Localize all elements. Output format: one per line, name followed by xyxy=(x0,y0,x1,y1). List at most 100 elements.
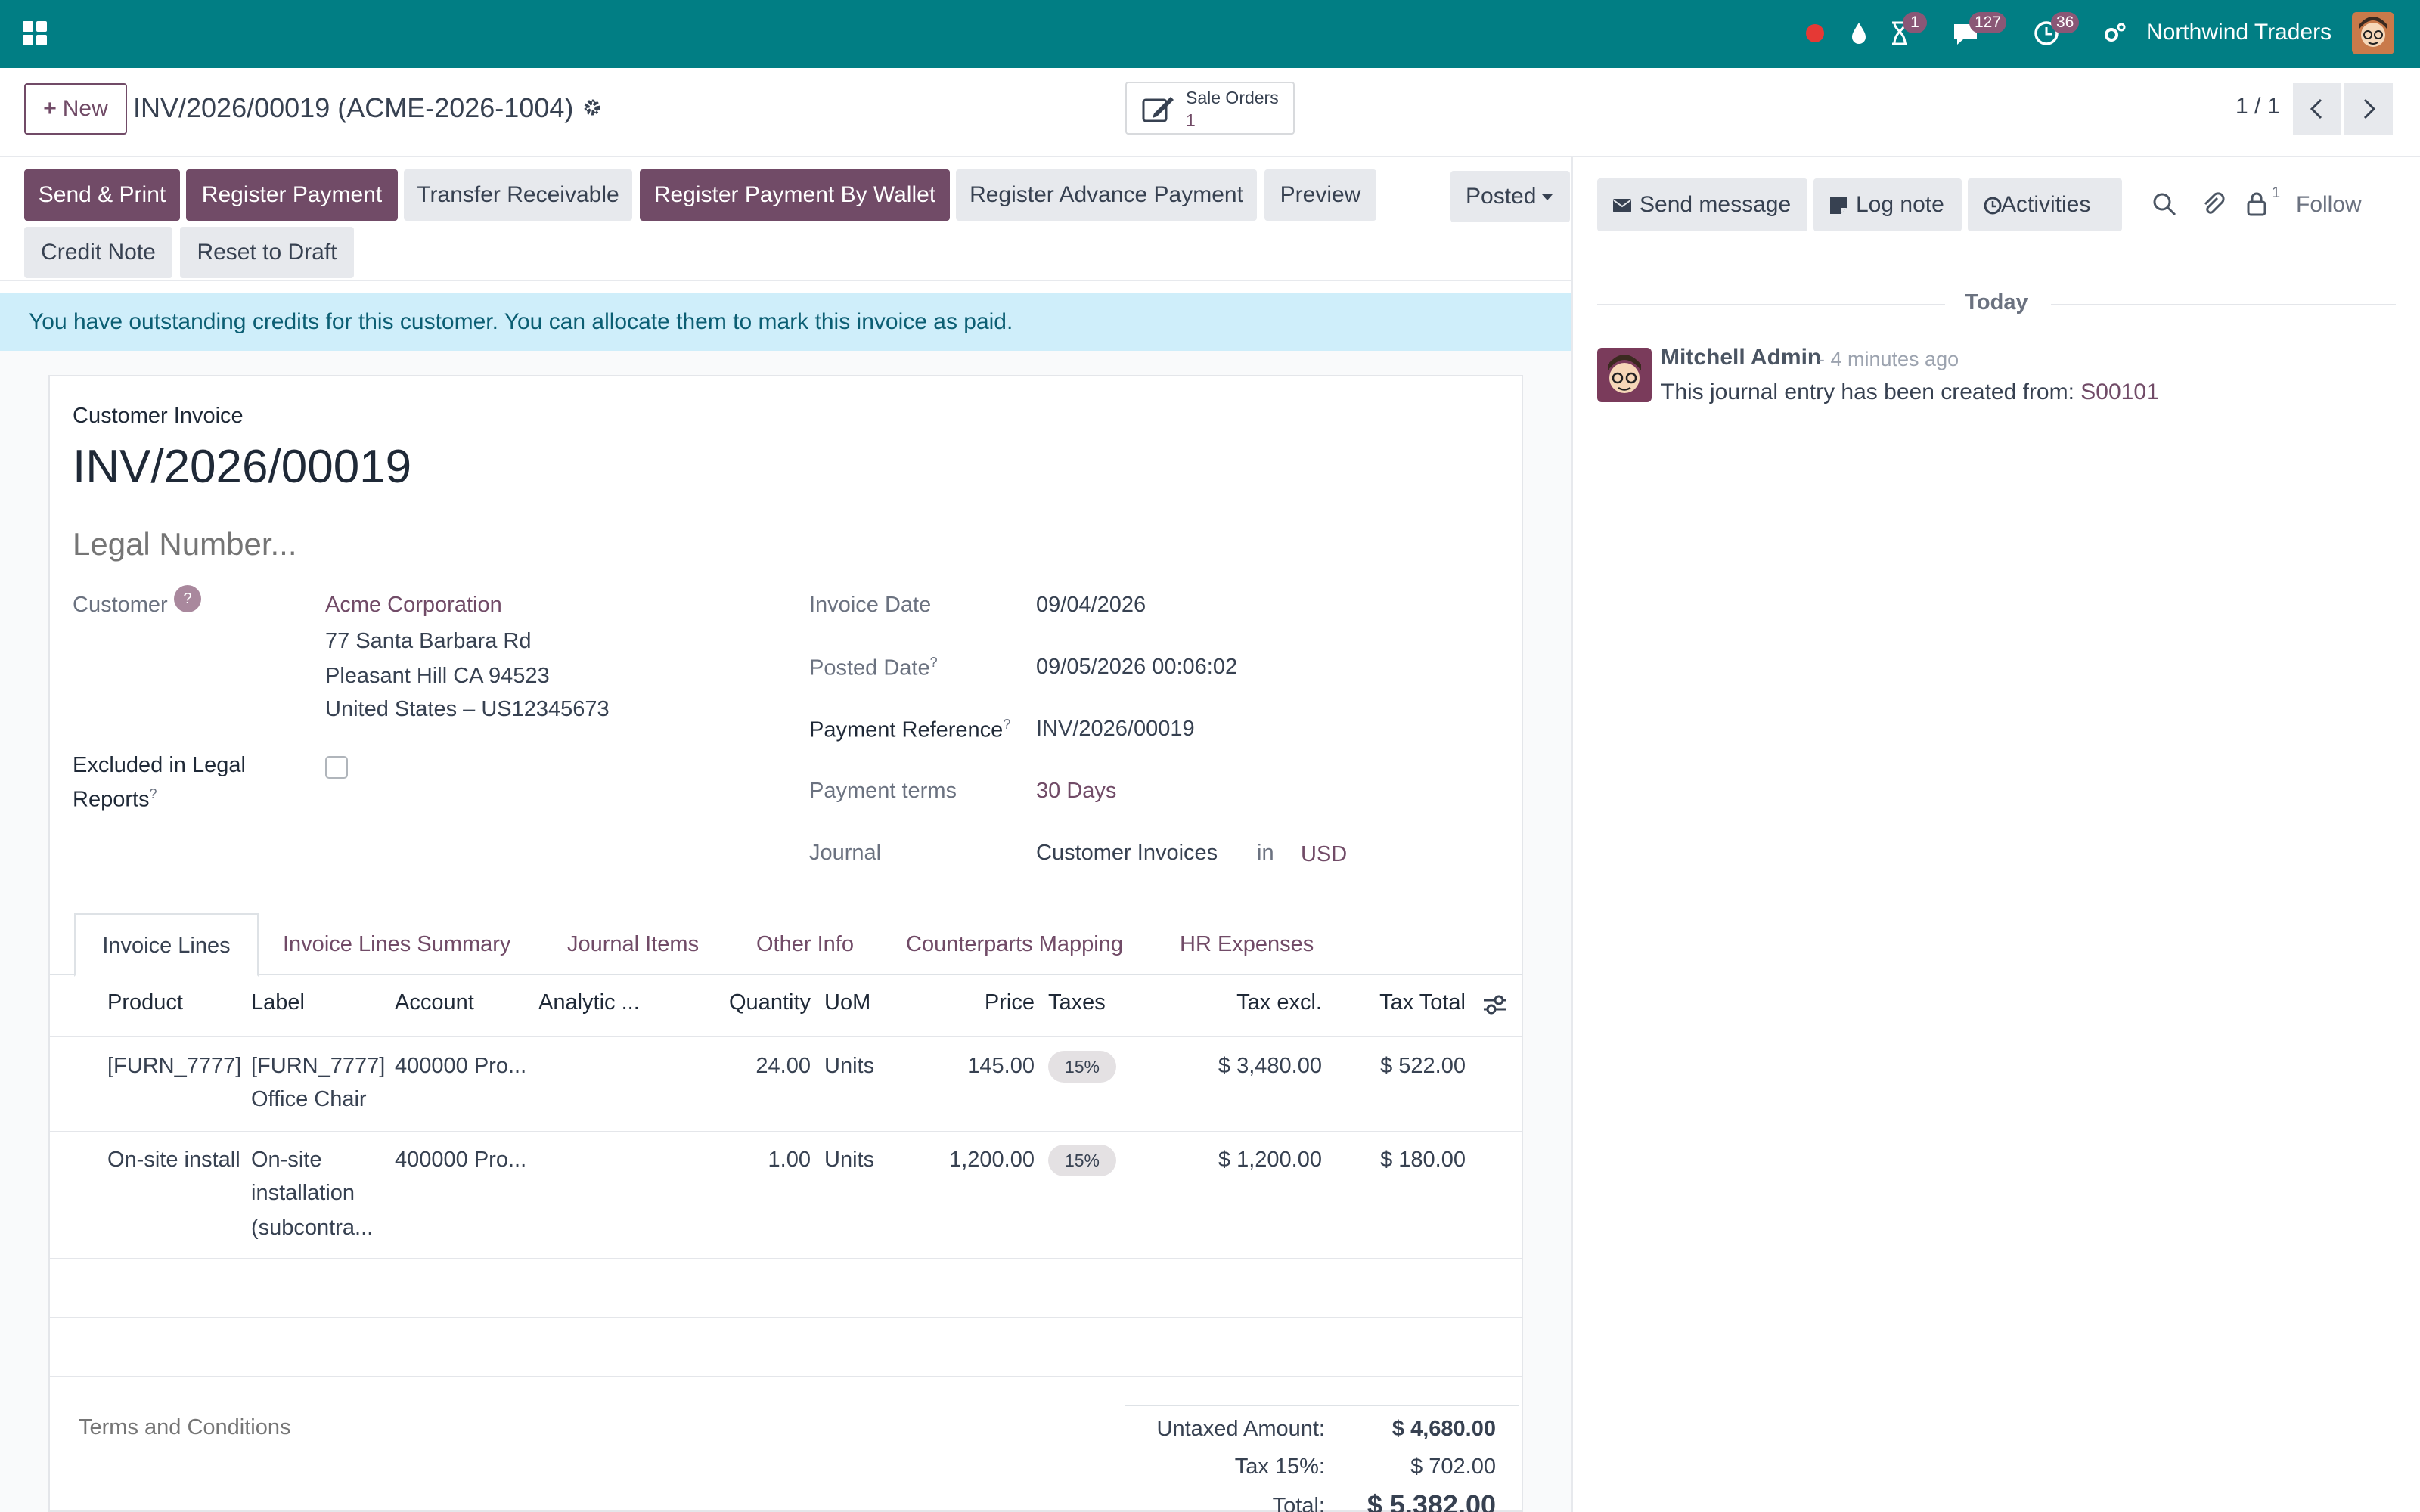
line-tax-excl: $ 3,480.00 xyxy=(1218,1054,1322,1078)
currency-link[interactable]: USD xyxy=(1301,842,1347,867)
payment-terms-link[interactable]: 30 Days xyxy=(1036,779,1116,804)
tab-counterparts-mapping[interactable]: Counterparts Mapping xyxy=(906,913,1123,975)
credit-note-button[interactable]: Credit Note xyxy=(24,227,172,278)
column-header-analytic[interactable]: Analytic ... xyxy=(538,990,640,1015)
line-tax-badge[interactable]: 15% xyxy=(1048,1051,1116,1083)
pager-next-button[interactable] xyxy=(2344,83,2393,135)
column-settings-icon[interactable] xyxy=(1482,992,1508,1018)
clock-icon xyxy=(1984,197,2002,215)
total-value: $ 5,382.00 xyxy=(1367,1489,1496,1512)
payment-terms-label: Payment terms xyxy=(809,779,957,803)
line-product[interactable]: [FURN_7777] ( xyxy=(107,1049,248,1083)
help-mark[interactable]: ? xyxy=(1003,717,1010,732)
journal-in-label: in xyxy=(1257,841,1274,865)
register-advance-payment-button[interactable]: Register Advance Payment xyxy=(956,169,1257,221)
status-dropdown[interactable]: Posted xyxy=(1450,171,1570,222)
register-payment-button[interactable]: Register Payment xyxy=(186,169,398,221)
move-type-label: Customer Invoice xyxy=(73,404,244,428)
line-product[interactable]: On-site install xyxy=(107,1143,248,1176)
activities-button[interactable]: Activities xyxy=(1968,178,2122,231)
note-icon xyxy=(1830,197,1847,214)
drop-icon[interactable] xyxy=(1845,18,1876,48)
paperclip-icon[interactable] xyxy=(2199,191,2226,218)
line-label[interactable]: [FURN_7777] xyxy=(251,1049,385,1083)
column-header-account[interactable]: Account xyxy=(395,990,474,1015)
column-header-price[interactable]: Price xyxy=(908,990,1035,1015)
outstanding-credits-alert: You have outstanding credits for this cu… xyxy=(0,293,1571,351)
sale-orders-smart-button[interactable]: Sale Orders 1 xyxy=(1125,82,1295,135)
invoice-date-field[interactable]: 09/04/2026 xyxy=(1036,593,1146,618)
line-account[interactable]: 400000 Pro... xyxy=(395,1143,526,1176)
follower-count[interactable]: 1 xyxy=(2272,184,2280,202)
company-switcher[interactable]: Northwind Traders xyxy=(2146,20,2332,45)
row-divider xyxy=(50,1376,1522,1377)
line-label[interactable]: On-site xyxy=(251,1143,321,1176)
pager-previous-button[interactable] xyxy=(2293,83,2341,135)
posted-date-field[interactable]: 09/05/2026 00:06:02 xyxy=(1036,655,1237,680)
app-menu-icon[interactable] xyxy=(23,21,50,48)
line-price[interactable]: 145.00 xyxy=(908,1049,1035,1083)
date-separator-line xyxy=(2051,304,2396,305)
tab-hr-expenses[interactable]: HR Expenses xyxy=(1180,913,1314,975)
line-uom[interactable]: Units xyxy=(824,1049,874,1083)
column-header-product[interactable]: Product xyxy=(107,990,183,1015)
line-quantity[interactable]: 24.00 xyxy=(681,1049,811,1083)
line-uom[interactable]: Units xyxy=(824,1143,874,1176)
sale-order-link[interactable]: S00101 xyxy=(2080,380,2158,404)
tab-journal-items[interactable]: Journal Items xyxy=(567,913,699,975)
journal-field[interactable]: Customer Invoices xyxy=(1036,841,1218,866)
line-account[interactable]: 400000 Pro... xyxy=(395,1049,526,1083)
line-label[interactable]: installation xyxy=(251,1176,355,1210)
preview-button[interactable]: Preview xyxy=(1264,169,1376,221)
column-header-tax-total[interactable]: Tax Total xyxy=(1331,990,1466,1015)
pager-value[interactable]: 1 / 1 xyxy=(2235,94,2279,119)
invoice-date-label: Invoice Date xyxy=(809,593,932,617)
column-header-uom[interactable]: UoM xyxy=(824,990,870,1015)
gear-icon[interactable] xyxy=(581,96,603,119)
help-mark[interactable]: ? xyxy=(930,655,938,670)
customer-link[interactable]: Acme Corporation xyxy=(325,593,502,618)
log-note-button[interactable]: Log note xyxy=(1813,178,1962,231)
smart-button-label: Sale Orders xyxy=(1186,88,1279,107)
tab-invoice-lines[interactable]: Invoice Lines xyxy=(74,913,259,977)
reset-to-draft-button[interactable]: Reset to Draft xyxy=(180,227,354,278)
excluded-legal-checkbox[interactable] xyxy=(325,756,348,779)
customer-help-icon[interactable]: ? xyxy=(174,585,201,612)
recording-dot-icon[interactable] xyxy=(1803,18,1833,48)
column-header-taxes[interactable]: Taxes xyxy=(1048,990,1106,1015)
terms-and-conditions-input[interactable] xyxy=(79,1412,608,1442)
transfer-receivable-button[interactable]: Transfer Receivable xyxy=(404,169,632,221)
message-author[interactable]: Mitchell Admin xyxy=(1661,345,1821,370)
avatar[interactable] xyxy=(1597,348,1652,402)
outstanding-credits-link[interactable]: outstanding credits xyxy=(129,309,319,334)
activity-badge: 1 xyxy=(1903,12,1927,33)
send-message-button[interactable]: Send message xyxy=(1597,178,1807,231)
search-icon[interactable] xyxy=(2151,191,2178,218)
tab-invoice-lines-summary[interactable]: Invoice Lines Summary xyxy=(283,913,510,975)
lock-icon[interactable] xyxy=(2243,191,2270,218)
column-header-tax-excl[interactable]: Tax excl. xyxy=(1150,990,1322,1015)
line-price[interactable]: 1,200.00 xyxy=(908,1143,1035,1176)
legal-number-input[interactable] xyxy=(73,523,753,565)
line-quantity[interactable]: 1.00 xyxy=(681,1143,811,1176)
help-mark[interactable]: ? xyxy=(150,786,157,801)
line-label[interactable]: (subcontra... xyxy=(251,1211,373,1244)
column-header-label[interactable]: Label xyxy=(251,990,305,1015)
empty-row xyxy=(50,1259,1522,1317)
payment-reference-label: Payment Reference? xyxy=(809,717,1011,742)
customer-label: Customer xyxy=(73,593,168,617)
form-chatter-divider xyxy=(1571,157,1573,1512)
send-print-button[interactable]: Send & Print xyxy=(24,169,180,221)
new-record-button[interactable]: + New xyxy=(24,83,127,135)
line-tax-total: $ 180.00 xyxy=(1380,1148,1466,1172)
line-label[interactable]: Office Chair xyxy=(251,1083,367,1116)
line-tax-badge[interactable]: 15% xyxy=(1048,1145,1116,1176)
payment-reference-field[interactable]: INV/2026/00019 xyxy=(1036,717,1195,742)
follow-button[interactable]: Follow xyxy=(2296,192,2362,218)
settings-gear-icon[interactable] xyxy=(2099,18,2130,48)
table-header-divider xyxy=(50,1036,1522,1037)
column-header-quantity[interactable]: Quantity xyxy=(681,990,811,1015)
register-payment-by-wallet-button[interactable]: Register Payment By Wallet xyxy=(640,169,950,221)
tab-other-info[interactable]: Other Info xyxy=(756,913,854,975)
user-avatar[interactable] xyxy=(2352,12,2394,54)
